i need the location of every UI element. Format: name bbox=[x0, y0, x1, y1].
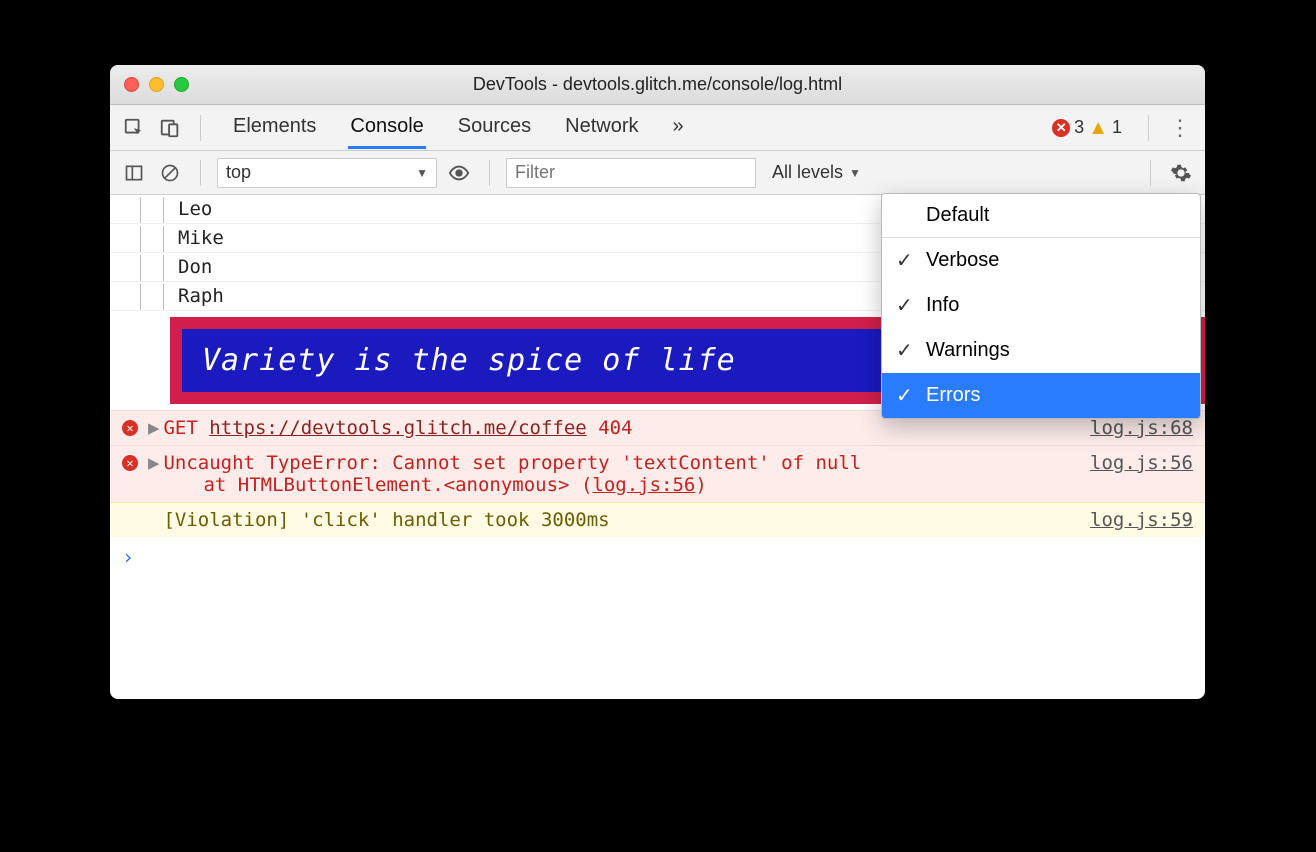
divider bbox=[200, 115, 201, 141]
device-toggle-icon[interactable] bbox=[156, 114, 184, 142]
tab-elements[interactable]: Elements bbox=[231, 106, 318, 149]
source-link[interactable]: log.js:59 bbox=[1090, 509, 1193, 531]
divider bbox=[1150, 160, 1151, 186]
tab-console[interactable]: Console bbox=[348, 106, 425, 149]
panel-tabs: Elements Console Sources Network » bbox=[231, 106, 686, 149]
levels-menu-verbose[interactable]: ✓ Verbose bbox=[882, 238, 1200, 283]
source-link[interactable]: log.js:56 bbox=[1090, 452, 1193, 474]
clear-console-icon[interactable] bbox=[156, 159, 184, 187]
tab-sources[interactable]: Sources bbox=[456, 106, 533, 149]
filter-input[interactable] bbox=[506, 158, 756, 188]
context-selector[interactable]: top ▼ bbox=[217, 158, 437, 188]
console-settings-icon[interactable] bbox=[1167, 159, 1195, 187]
stack-file-link[interactable]: log.js:56 bbox=[592, 474, 695, 496]
violation-log-row[interactable]: ▶ [Violation] 'click' handler took 3000m… bbox=[110, 502, 1205, 537]
tabs-overflow-icon[interactable]: » bbox=[671, 106, 686, 149]
devtools-window: DevTools - devtools.glitch.me/console/lo… bbox=[110, 65, 1205, 699]
check-icon: ✓ bbox=[896, 338, 916, 363]
error-log-row[interactable]: ✕ ▶ Uncaught TypeError: Cannot set prope… bbox=[110, 445, 1205, 502]
prompt-icon: › bbox=[122, 545, 134, 569]
expand-icon[interactable]: ▶ bbox=[148, 452, 159, 474]
window-title: DevTools - devtools.glitch.me/console/lo… bbox=[110, 74, 1205, 95]
minimize-window-button[interactable] bbox=[149, 77, 164, 92]
more-menu-icon[interactable]: ⋮ bbox=[1165, 115, 1195, 141]
toggle-drawer-icon[interactable] bbox=[120, 159, 148, 187]
live-expression-icon[interactable] bbox=[445, 159, 473, 187]
source-link[interactable]: log.js:68 bbox=[1090, 417, 1193, 439]
error-icon: ✕ bbox=[118, 455, 142, 471]
levels-menu-warnings[interactable]: ✓ Warnings bbox=[882, 328, 1200, 373]
close-window-button[interactable] bbox=[124, 77, 139, 92]
request-url[interactable]: https://devtools.glitch.me/coffee bbox=[209, 417, 587, 439]
error-badge-icon: ✕ bbox=[1052, 119, 1070, 137]
context-value: top bbox=[226, 162, 251, 183]
error-icon: ✕ bbox=[118, 420, 142, 436]
console-toolbar: top ▼ All levels ▼ bbox=[110, 151, 1205, 195]
error-count: 3 bbox=[1074, 117, 1084, 138]
tab-network[interactable]: Network bbox=[563, 106, 640, 149]
log-levels-dropdown[interactable]: All levels ▼ bbox=[772, 162, 861, 183]
chevron-down-icon: ▼ bbox=[416, 166, 428, 180]
warning-count: 1 bbox=[1112, 117, 1122, 138]
inspect-element-icon[interactable] bbox=[120, 114, 148, 142]
error-message: Uncaught TypeError: Cannot set property … bbox=[163, 452, 1078, 496]
zoom-window-button[interactable] bbox=[174, 77, 189, 92]
levels-menu-errors[interactable]: ✓ Errors bbox=[882, 373, 1200, 418]
divider bbox=[200, 160, 201, 186]
levels-menu-info[interactable]: ✓ Info bbox=[882, 283, 1200, 328]
levels-menu-default[interactable]: Default bbox=[882, 194, 1200, 237]
console-prompt[interactable]: › bbox=[110, 537, 1205, 577]
levels-label: All levels bbox=[772, 162, 843, 183]
divider bbox=[1148, 115, 1149, 141]
main-tabbar: Elements Console Sources Network » ✕ 3 ▲… bbox=[110, 105, 1205, 151]
titlebar: DevTools - devtools.glitch.me/console/lo… bbox=[110, 65, 1205, 105]
check-icon: ✓ bbox=[896, 248, 916, 273]
traffic-lights bbox=[124, 77, 189, 92]
violation-message: [Violation] 'click' handler took 3000ms bbox=[163, 509, 1078, 531]
log-levels-menu: Default ✓ Verbose ✓ Info ✓ Warnings ✓ Er… bbox=[881, 193, 1201, 419]
divider bbox=[489, 160, 490, 186]
error-message: GET https://devtools.glitch.me/coffee 40… bbox=[163, 417, 1078, 439]
issue-badges[interactable]: ✕ 3 ▲ 1 bbox=[1052, 117, 1122, 138]
expand-icon[interactable]: ▶ bbox=[148, 417, 159, 439]
chevron-down-icon: ▼ bbox=[849, 166, 861, 180]
warning-badge-icon: ▲ bbox=[1088, 118, 1108, 138]
check-icon: ✓ bbox=[896, 383, 916, 408]
check-icon: ✓ bbox=[896, 293, 916, 318]
